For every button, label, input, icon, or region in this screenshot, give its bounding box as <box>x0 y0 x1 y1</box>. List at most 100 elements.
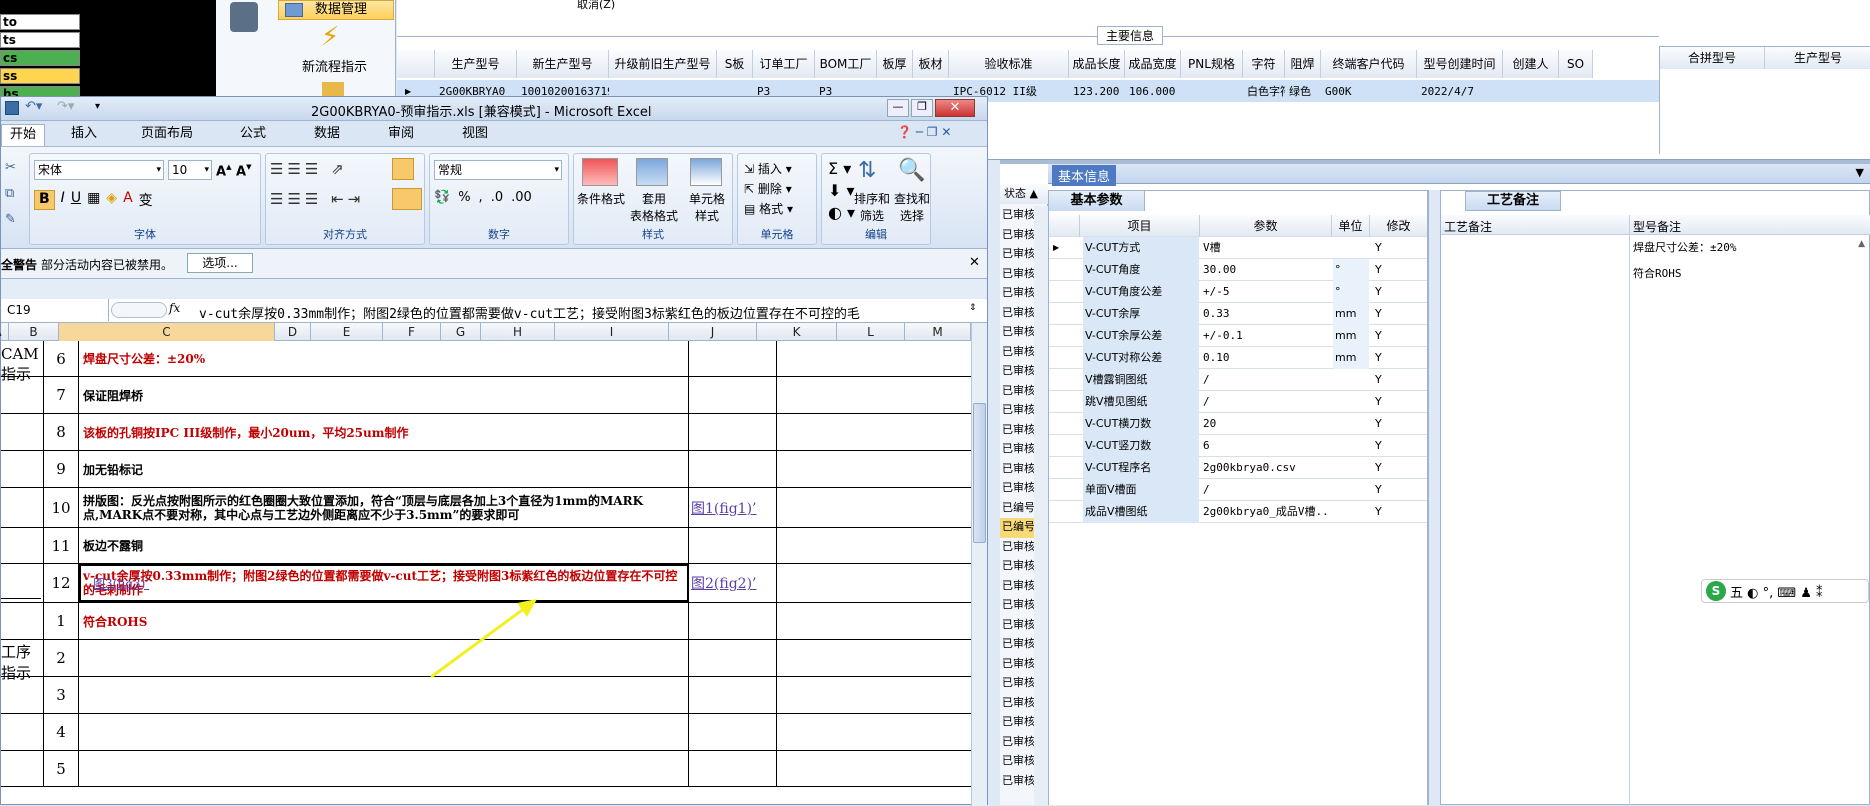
param-value[interactable]: 2g00kbrya0.csv <box>1201 457 1331 479</box>
table-row[interactable]: 8 该板的孔铜按IPC III级制作，最小20um，平均25um制作 <box>1 414 971 451</box>
grid-cell[interactable]: 106.000 <box>1125 82 1181 102</box>
param-row[interactable]: V-CUT角度 30.00 ° Y <box>1049 259 1427 281</box>
restore-button[interactable]: ❐ <box>911 99 933 117</box>
instruction-cell[interactable]: 该板的孔铜按IPC III级制作，最小20um，平均25um制作 <box>79 414 689 450</box>
qat-dropdown-icon[interactable]: ▾ <box>95 101 100 112</box>
status-item[interactable]: 已审核 <box>1000 694 1034 714</box>
grid-cell[interactable] <box>1503 82 1559 102</box>
font-grow-icon[interactable]: A▴ A▾ <box>216 160 252 179</box>
status-item[interactable]: 已审核 <box>1000 674 1034 694</box>
status-item[interactable]: 已审核 <box>1000 343 1034 363</box>
grid-cell[interactable]: G00K <box>1321 82 1417 102</box>
param-row[interactable]: 跳V槽见图纸 / Y <box>1049 391 1427 413</box>
number-buttons[interactable]: 💱%, .0.00 <box>434 190 532 205</box>
status-item[interactable]: 已审核 <box>1000 577 1034 597</box>
tab-ribbon[interactable]: 数据 <box>303 124 351 146</box>
param-row[interactable]: V-CUT余厚 0.33 mm Y <box>1049 303 1427 325</box>
status-item[interactable]: 已审核 <box>1000 479 1034 499</box>
table-row[interactable]: 7 保证阻焊桥 <box>1 377 971 414</box>
instruction-cell[interactable] <box>79 640 689 676</box>
link-cell[interactable] <box>689 451 777 487</box>
table-row[interactable]: 4 <box>1 714 971 751</box>
font-size-select[interactable]: 10 ▾ <box>168 160 212 180</box>
status-item[interactable]: 已审核 <box>1000 772 1034 792</box>
status-item[interactable]: 已审核 <box>1000 733 1034 753</box>
param-mod[interactable]: Y <box>1371 325 1427 347</box>
param-value[interactable]: +/-5 <box>1201 281 1331 303</box>
table-format-icon[interactable] <box>636 158 668 186</box>
number-format-select[interactable]: 常规 ▾ <box>434 160 562 180</box>
figure-link[interactable]: 图1(fig1)’ <box>691 498 757 518</box>
scroll-thumb[interactable] <box>973 403 986 543</box>
grid-cell[interactable]: 2022/4/7 <box>1417 82 1503 102</box>
status-scrollbar[interactable] <box>1034 206 1048 805</box>
link-cell[interactable] <box>689 640 777 676</box>
underline-button[interactable]: U <box>71 190 81 210</box>
status-item[interactable]: 已编号 <box>1000 499 1034 519</box>
format-button[interactable]: ▤ 格式 ▾ <box>744 200 793 217</box>
status-item[interactable]: 已审核 <box>1000 596 1034 616</box>
expand-formula-icon[interactable]: ⇕ <box>969 303 977 313</box>
tab-basic-params[interactable]: 基本参数 <box>1049 191 1145 211</box>
formula-input[interactable]: v-cut余厚按0.33mm制作；附图2绿色的位置都需要做v-cut工艺；接受附… <box>199 303 860 322</box>
column-header[interactable]: C <box>59 323 275 341</box>
instruction-cell[interactable]: 焊盘尺寸公差：±20% <box>79 341 689 376</box>
column-header[interactable]: K <box>757 323 837 341</box>
param-value[interactable]: / <box>1201 369 1331 391</box>
column-header[interactable]: D <box>275 323 311 341</box>
status-item[interactable]: 已审核 <box>1000 206 1034 226</box>
param-row[interactable]: V-CUT对称公差 0.10 mm Y <box>1049 347 1427 369</box>
table-row[interactable]: 10 拼版图：反光点按附图所示的红色圈圈大致位置添加，符合“顶层与底层各加上3个直… <box>1 488 971 528</box>
param-mod[interactable]: Y <box>1371 347 1427 369</box>
link-cell[interactable] <box>689 751 777 786</box>
phonetic-icon[interactable]: 变 <box>139 190 153 210</box>
instruction-cell[interactable] <box>79 677 689 713</box>
close-button[interactable]: ✕ <box>935 99 975 117</box>
italic-button[interactable]: I <box>61 190 65 210</box>
param-value[interactable]: 2g00kbrya0_成品V槽... <box>1201 501 1331 523</box>
column-header[interactable]: E <box>311 323 383 341</box>
param-row[interactable]: 单面V槽面 / Y <box>1049 479 1427 501</box>
valign-icons[interactable]: ☰☰☰ ⇗ <box>270 160 348 178</box>
status-item[interactable]: 已审核 <box>1000 752 1034 772</box>
param-mod[interactable]: Y <box>1371 281 1427 303</box>
find-select-button[interactable]: 查找和 选择 <box>892 190 932 224</box>
link-cell[interactable] <box>689 677 777 713</box>
status-item[interactable]: 已审核 <box>1000 538 1034 558</box>
instruction-cell[interactable]: 保证阻焊桥 <box>79 377 689 413</box>
fx-icon[interactable]: fx <box>169 301 180 315</box>
name-box[interactable]: C19 <box>1 299 109 321</box>
link-cell[interactable] <box>689 414 777 450</box>
status-item[interactable]: 已审核 <box>1000 226 1034 246</box>
instruction-cell[interactable]: v-cut余厚按0.33mm制作；附图2绿色的位置都需要做v-cut工艺；接受附… <box>79 564 689 602</box>
column-header[interactable]: H <box>481 323 555 341</box>
instruction-cell[interactable]: 板边不露铜 <box>79 528 689 563</box>
redo-icon[interactable]: ↷▾ <box>57 99 74 114</box>
font-color-icon[interactable]: A <box>123 190 133 210</box>
insert-button[interactable]: ⇲ 插入 ▾ <box>744 160 792 177</box>
new-flow-label[interactable]: 新流程指示 <box>302 56 367 75</box>
link-cell[interactable]: 图2(fig2)’ <box>689 564 777 602</box>
param-value[interactable]: 20 <box>1201 413 1331 435</box>
bold-button[interactable]: B <box>34 190 55 210</box>
undo-icon[interactable]: ↶▾ <box>25 99 42 114</box>
status-item[interactable]: 已审核 <box>1000 460 1034 480</box>
tab-ribbon[interactable]: 视图 <box>451 124 499 146</box>
font-name-select[interactable]: 宋体 ▾ <box>34 160 164 180</box>
grid-cell[interactable] <box>1181 82 1243 102</box>
status-item[interactable]: 已审核 <box>1000 304 1034 324</box>
find-icon[interactable]: 🔍 <box>898 158 925 183</box>
model-note-2[interactable]: 符合ROHS <box>1633 265 1682 281</box>
param-row[interactable]: V-CUT余厚公差 +/-0.1 mm Y <box>1049 325 1427 347</box>
tab-ribbon[interactable]: 页面布局 <box>131 124 203 146</box>
link-cell[interactable]: 图1(fig1)’ <box>689 488 777 527</box>
table-format-button[interactable]: 套用 表格格式 <box>626 190 682 224</box>
formula-controls[interactable] <box>111 302 167 318</box>
ime-status[interactable]: 五 ◐ °, ⌨ ♟ ⁑ <box>1730 582 1823 601</box>
param-row[interactable]: V槽露铜图纸 / Y <box>1049 369 1427 391</box>
clipboard-icons[interactable]: ✂ ⧉ ✎ <box>5 155 16 233</box>
left-list-item[interactable]: ts <box>0 32 80 48</box>
link-cell[interactable] <box>689 603 777 639</box>
column-header[interactable]: B <box>9 323 59 341</box>
lightning-icon[interactable]: ⚡ <box>321 22 347 52</box>
